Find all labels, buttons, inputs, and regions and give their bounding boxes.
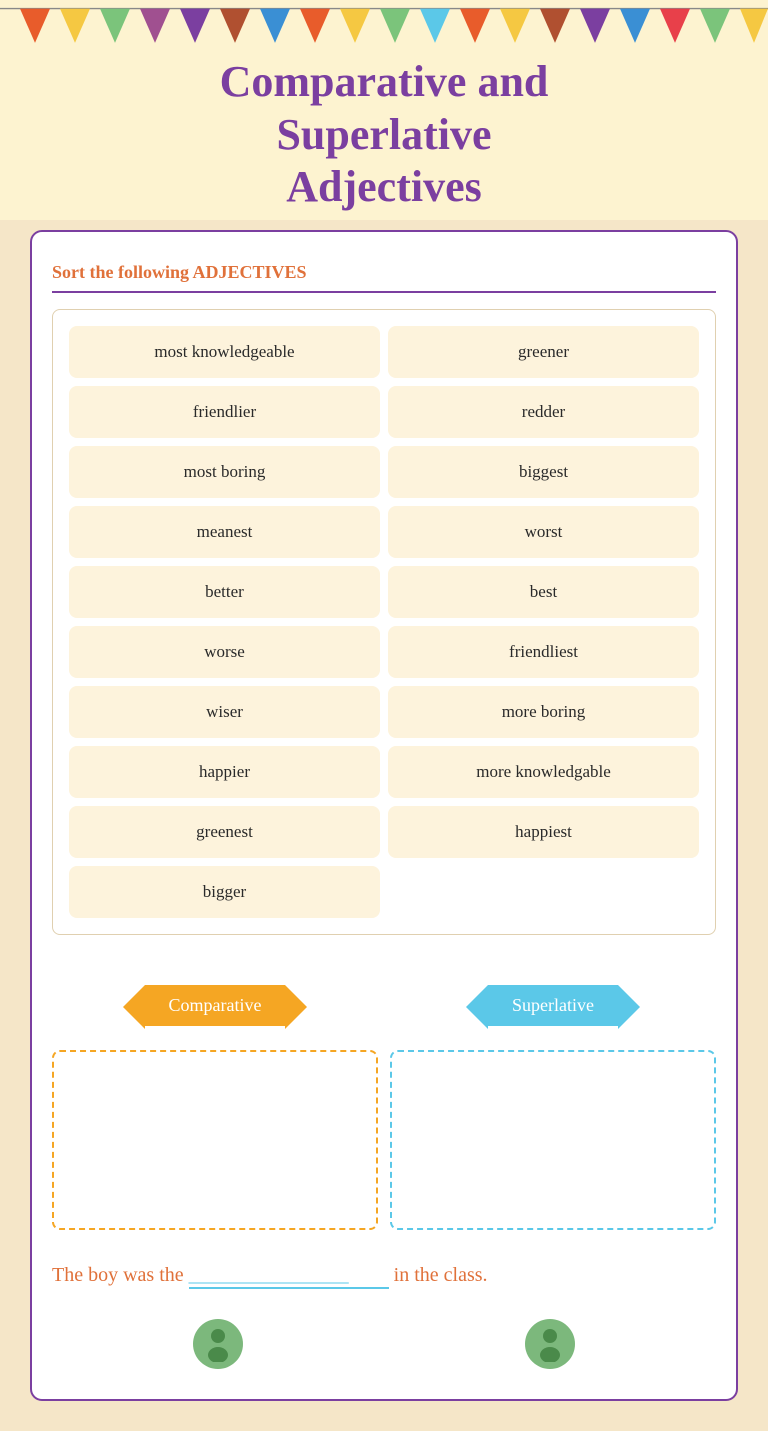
word-chip-7[interactable]: meanest [69, 506, 380, 558]
word-chip-17[interactable]: greenest [69, 806, 380, 858]
sentence-before: The boy was the [52, 1264, 184, 1286]
word-chip-14[interactable]: more boring [388, 686, 699, 738]
word-chip-15[interactable]: happier [69, 746, 380, 798]
person-icon-right [535, 1327, 565, 1362]
superlative-label: Superlative [488, 985, 618, 1026]
word-chip-13[interactable]: wiser [69, 686, 380, 738]
word-chip-4[interactable]: redder [388, 386, 699, 438]
word-chip-6[interactable]: biggest [388, 446, 699, 498]
footer-row [52, 1319, 716, 1369]
person-icon-left [203, 1327, 233, 1362]
word-chip-16[interactable]: more knowledgable [388, 746, 699, 798]
avatar-right [525, 1319, 575, 1369]
avatar-left [193, 1319, 243, 1369]
sentence-after: in the class. [394, 1264, 488, 1286]
sentence-section: The boy was the ________________ in the … [52, 1254, 716, 1299]
word-chip-3[interactable]: friendlier [69, 386, 380, 438]
word-chip-18[interactable]: happiest [388, 806, 699, 858]
sentence-blank[interactable]: ________________ [189, 1264, 389, 1289]
word-chip-1[interactable]: most knowledgeable [69, 326, 380, 378]
comparative-drop-zone[interactable] [52, 1050, 378, 1230]
word-chip-12[interactable]: friendliest [388, 626, 699, 678]
bunting-decoration [0, 0, 768, 60]
sort-boxes: Comparative Superlative [52, 985, 716, 1230]
word-chip-2[interactable]: greener [388, 326, 699, 378]
sentence-text: The boy was the ________________ in the … [52, 1264, 716, 1289]
comparative-label: Comparative [145, 985, 286, 1026]
superlative-drop-zone[interactable] [390, 1050, 716, 1230]
word-chip-19[interactable]: bigger [69, 866, 380, 918]
word-chip-11[interactable]: worse [69, 626, 380, 678]
title-area: Comparative and Superlative Adjectives [80, 36, 689, 220]
word-grid: most knowledgeable greener friendlier re… [52, 309, 716, 935]
page-title: Comparative and Superlative Adjectives [140, 56, 629, 214]
sort-instruction: Sort the following ADJECTIVES [52, 262, 716, 293]
word-chip-5[interactable]: most boring [69, 446, 380, 498]
word-chip-10[interactable]: best [388, 566, 699, 618]
main-card: Sort the following ADJECTIVES most knowl… [30, 230, 738, 1401]
comparative-box-wrapper: Comparative [52, 985, 378, 1230]
word-chip-8[interactable]: worst [388, 506, 699, 558]
word-chip-9[interactable]: better [69, 566, 380, 618]
superlative-box-wrapper: Superlative [390, 985, 716, 1230]
banner: Comparative and Superlative Adjectives [0, 0, 768, 220]
